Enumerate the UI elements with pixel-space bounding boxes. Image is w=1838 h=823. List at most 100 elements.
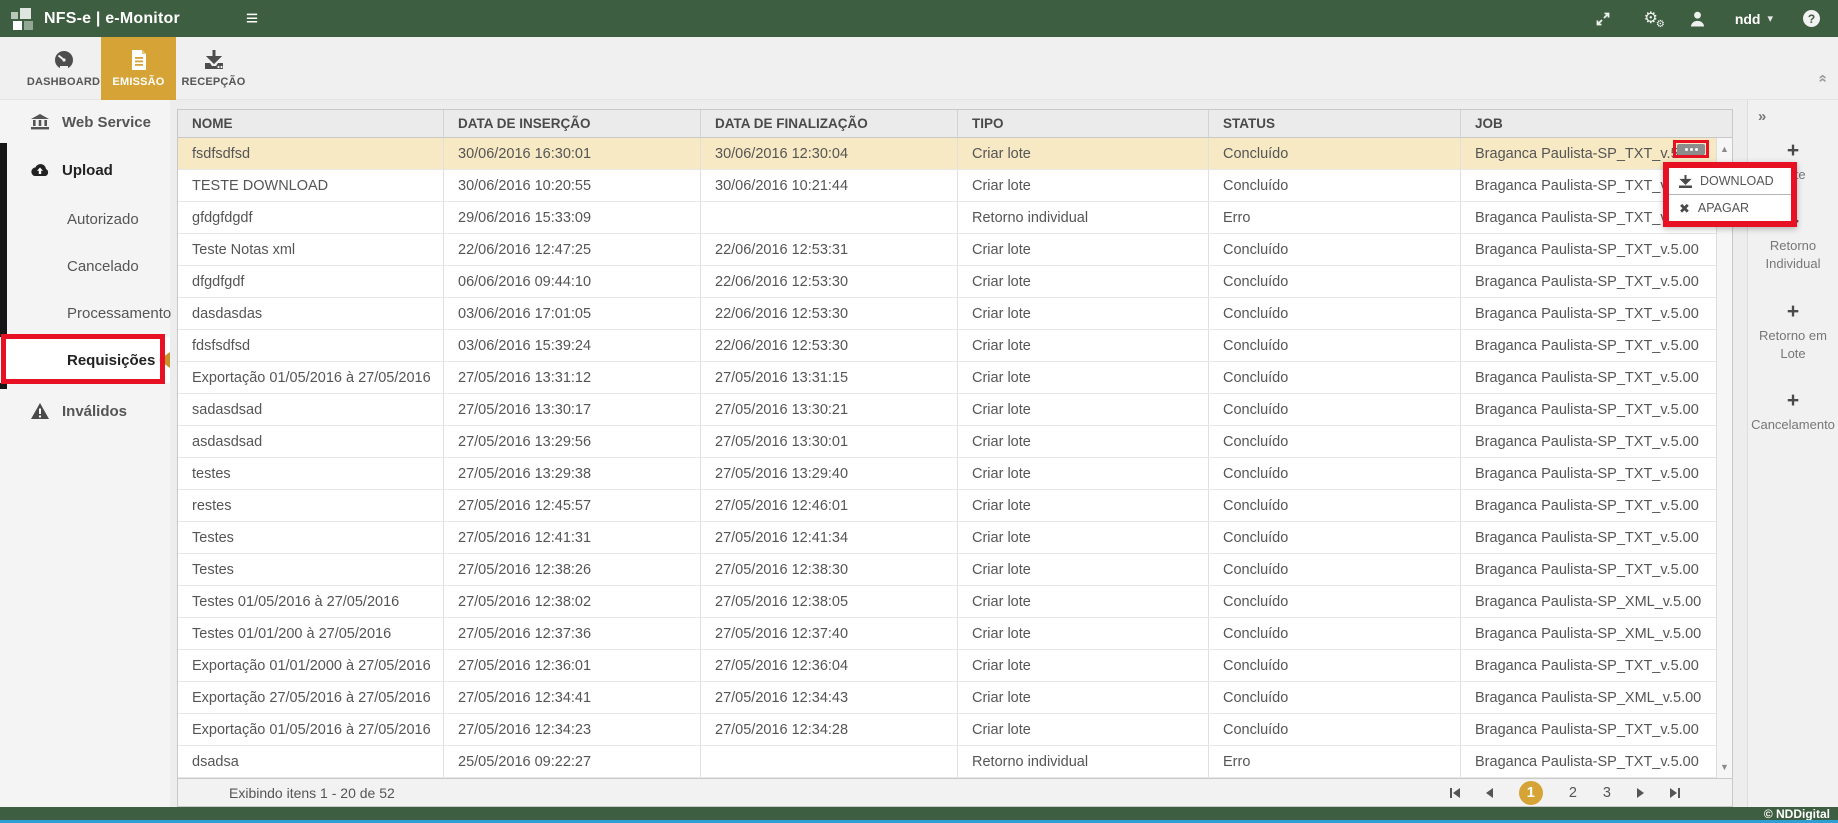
cell-data_insercao: 30/06/2016 10:20:55: [444, 170, 701, 201]
user-menu[interactable]: [1690, 11, 1705, 27]
table-row[interactable]: dasdasdas03/06/2016 17:01:0522/06/2016 1…: [178, 298, 1732, 330]
table-row[interactable]: restes27/05/2016 12:45:5727/05/2016 12:4…: [178, 490, 1732, 522]
table-row[interactable]: Exportação 01/05/2016 à 27/05/201627/05/…: [178, 362, 1732, 394]
cell-data_finalizacao: 27/05/2016 12:34:43: [701, 682, 958, 713]
cell-data_finalizacao: 27/05/2016 12:36:04: [701, 650, 958, 681]
tab-dashboard[interactable]: DASHBOARD: [26, 37, 101, 100]
user-dropdown[interactable]: ndd ▾: [1735, 11, 1773, 27]
cell-tipo: Criar lote: [958, 138, 1209, 169]
collapse-toolbar-icon[interactable]: »: [1813, 74, 1830, 82]
table-row[interactable]: Testes27/05/2016 12:41:3127/05/2016 12:4…: [178, 522, 1732, 554]
scroll-down-icon[interactable]: ▼: [1717, 762, 1732, 772]
table-row[interactable]: fdsfsdfsd03/06/2016 15:39:2422/06/2016 1…: [178, 330, 1732, 362]
column-header-1[interactable]: DATA DE INSERÇÃO: [444, 110, 701, 137]
help-icon[interactable]: ?: [1803, 10, 1820, 27]
cell-status: Concluído: [1209, 330, 1461, 361]
sidebar-item-autorizado[interactable]: Autorizado: [0, 196, 170, 242]
scroll-up-icon[interactable]: ▲: [1717, 144, 1732, 154]
page-1-button[interactable]: 1: [1519, 781, 1543, 805]
cell-data_finalizacao: 27/05/2016 12:38:05: [701, 586, 958, 617]
fullscreen-icon[interactable]: [1594, 10, 1612, 28]
cell-data_insercao: 22/06/2016 12:47:25: [444, 234, 701, 265]
table-row[interactable]: Testes 01/05/2016 à 27/05/2016 27/05/2016…: [178, 586, 1732, 618]
table-scrollbar[interactable]: ▲ ▼: [1716, 138, 1732, 778]
page-3-button[interactable]: 3: [1603, 785, 1611, 801]
cell-nome: Exportação 01/01/2000 à 27/05/2016: [178, 650, 444, 681]
cell-data_finalizacao: 22/06/2016 12:53:30: [701, 298, 958, 329]
row-actions-ellipsis-button[interactable]: [1677, 144, 1705, 155]
cell-job: Braganca Paulista-SP_TXT_v.5.00: [1461, 714, 1732, 745]
annotation-box-row-actions: [1673, 140, 1709, 158]
prev-page-button[interactable]: [1486, 788, 1493, 798]
table-row[interactable]: Testes 01/01/200 à 27/05/201627/05/2016 …: [178, 618, 1732, 650]
cell-nome: Exportação 01/05/2016 à 27/05/2016: [178, 714, 444, 745]
cell-status: Concluído: [1209, 522, 1461, 553]
table-row[interactable]: dfgdfgdf06/06/2016 09:44:1022/06/2016 12…: [178, 266, 1732, 298]
cell-job: Braganca Paulista-SP_TXT_v.5.00: [1461, 426, 1732, 457]
sidebar-item-web-service[interactable]: Web Service: [0, 100, 170, 144]
sidebar-item-invalidos[interactable]: Inválidos: [0, 388, 170, 434]
table-row[interactable]: Teste Notas xml22/06/2016 12:47:2522/06/…: [178, 234, 1732, 266]
sidebar-item-requisicoes[interactable]: Requisições: [0, 337, 170, 383]
table-row[interactable]: TESTE DOWNLOAD30/06/2016 10:20:5530/06/2…: [178, 170, 1732, 202]
column-header-4[interactable]: STATUS: [1209, 110, 1461, 137]
table-row[interactable]: sadasdsad27/05/2016 13:30:1727/05/2016 1…: [178, 394, 1732, 426]
cell-status: Concluído: [1209, 586, 1461, 617]
column-header-0[interactable]: NOME: [178, 110, 444, 137]
cell-data_insercao: 03/06/2016 15:39:24: [444, 330, 701, 361]
table-row[interactable]: dsadsa25/05/2016 09:22:27Retorno individ…: [178, 746, 1732, 778]
cell-tipo: Criar lote: [958, 458, 1209, 489]
hamburger-menu-icon[interactable]: ≡: [246, 8, 258, 29]
plus-icon: +: [1787, 140, 1799, 161]
sidebar-item-cancelado[interactable]: Cancelado: [0, 243, 170, 289]
context-menu-apagar[interactable]: ✖ APAGAR: [1669, 195, 1791, 221]
cell-data_finalizacao: 27/05/2016 13:29:40: [701, 458, 958, 489]
table-row[interactable]: gfdgfdgdf29/06/2016 15:33:09Retorno indi…: [178, 202, 1732, 234]
cell-nome: Testes 01/05/2016 à 27/05/2016: [178, 586, 444, 617]
cell-data_finalizacao: 27/05/2016 12:46:01: [701, 490, 958, 521]
download-icon: [1679, 175, 1692, 188]
app-title: NFS-e | e-Monitor: [44, 10, 180, 28]
cell-data_insercao: 27/05/2016 12:36:01: [444, 650, 701, 681]
cell-nome: dasdasdas: [178, 298, 444, 329]
context-menu-download[interactable]: DOWNLOAD: [1669, 168, 1791, 194]
table-row[interactable]: Exportação 01/01/2000 à 27/05/201627/05/…: [178, 650, 1732, 682]
cell-job: Braganca Paulista-SP_TXT_v.5.00: [1461, 522, 1732, 553]
cell-status: Concluído: [1209, 298, 1461, 329]
panel-action-retorno-em-lote[interactable]: +Retorno em Lote: [1750, 301, 1836, 363]
table-body: fsdfsdfsd30/06/2016 16:30:0130/06/2016 1…: [178, 138, 1732, 778]
settings-gears-icon[interactable]: ⚙⚙: [1642, 10, 1660, 28]
status-bar: © NDDigital: [0, 807, 1838, 820]
content-area: Web Service Upload Autorizado Cancelado …: [0, 100, 1838, 807]
cell-job: Braganca Paulista-SP_XML_v.5.00: [1461, 682, 1732, 713]
tab-emissao[interactable]: EMISSÃO: [101, 37, 176, 100]
table-row[interactable]: testes27/05/2016 13:29:3827/05/2016 13:2…: [178, 458, 1732, 490]
table-row[interactable]: fsdfsdfsd30/06/2016 16:30:0130/06/2016 1…: [178, 138, 1732, 170]
gauge-icon: [53, 49, 75, 71]
cell-data_finalizacao: 27/05/2016 12:41:34: [701, 522, 958, 553]
sidebar-item-upload[interactable]: Upload: [0, 148, 170, 192]
cell-nome: Testes: [178, 522, 444, 553]
column-header-5[interactable]: JOB: [1461, 110, 1732, 137]
cell-nome: Testes 01/01/200 à 27/05/2016: [178, 618, 444, 649]
column-header-3[interactable]: TIPO: [958, 110, 1209, 137]
next-page-button[interactable]: [1637, 788, 1644, 798]
tab-recepcao[interactable]: RECEPÇÃO: [176, 37, 251, 100]
cell-data_insercao: 27/05/2016 12:45:57: [444, 490, 701, 521]
collapse-panel-icon[interactable]: »: [1758, 108, 1766, 125]
cell-status: Concluído: [1209, 650, 1461, 681]
page-2-button[interactable]: 2: [1569, 785, 1577, 801]
sidebar-item-processamento[interactable]: Processamento: [0, 290, 170, 336]
last-page-button[interactable]: [1670, 788, 1680, 798]
table-row[interactable]: asdasdsad27/05/2016 13:29:5627/05/2016 1…: [178, 426, 1732, 458]
table-row[interactable]: Exportação 27/05/2016 à 27/05/201627/05/…: [178, 682, 1732, 714]
cell-data_finalizacao: 27/05/2016 12:34:28: [701, 714, 958, 745]
column-header-2[interactable]: DATA DE FINALIZAÇÃO: [701, 110, 958, 137]
table-row[interactable]: Testes27/05/2016 12:38:2627/05/2016 12:3…: [178, 554, 1732, 586]
first-page-button[interactable]: [1450, 788, 1460, 798]
panel-action-cancelamento[interactable]: +Cancelamento: [1750, 390, 1836, 434]
cell-status: Concluído: [1209, 426, 1461, 457]
table-row[interactable]: Exportação 01/05/2016 à 27/05/2016 27/05/…: [178, 714, 1732, 746]
copyright-label: © NDDigital: [1764, 808, 1830, 820]
cell-job: Braganca Paulista-SP_TXT_v.5.00: [1461, 266, 1732, 297]
